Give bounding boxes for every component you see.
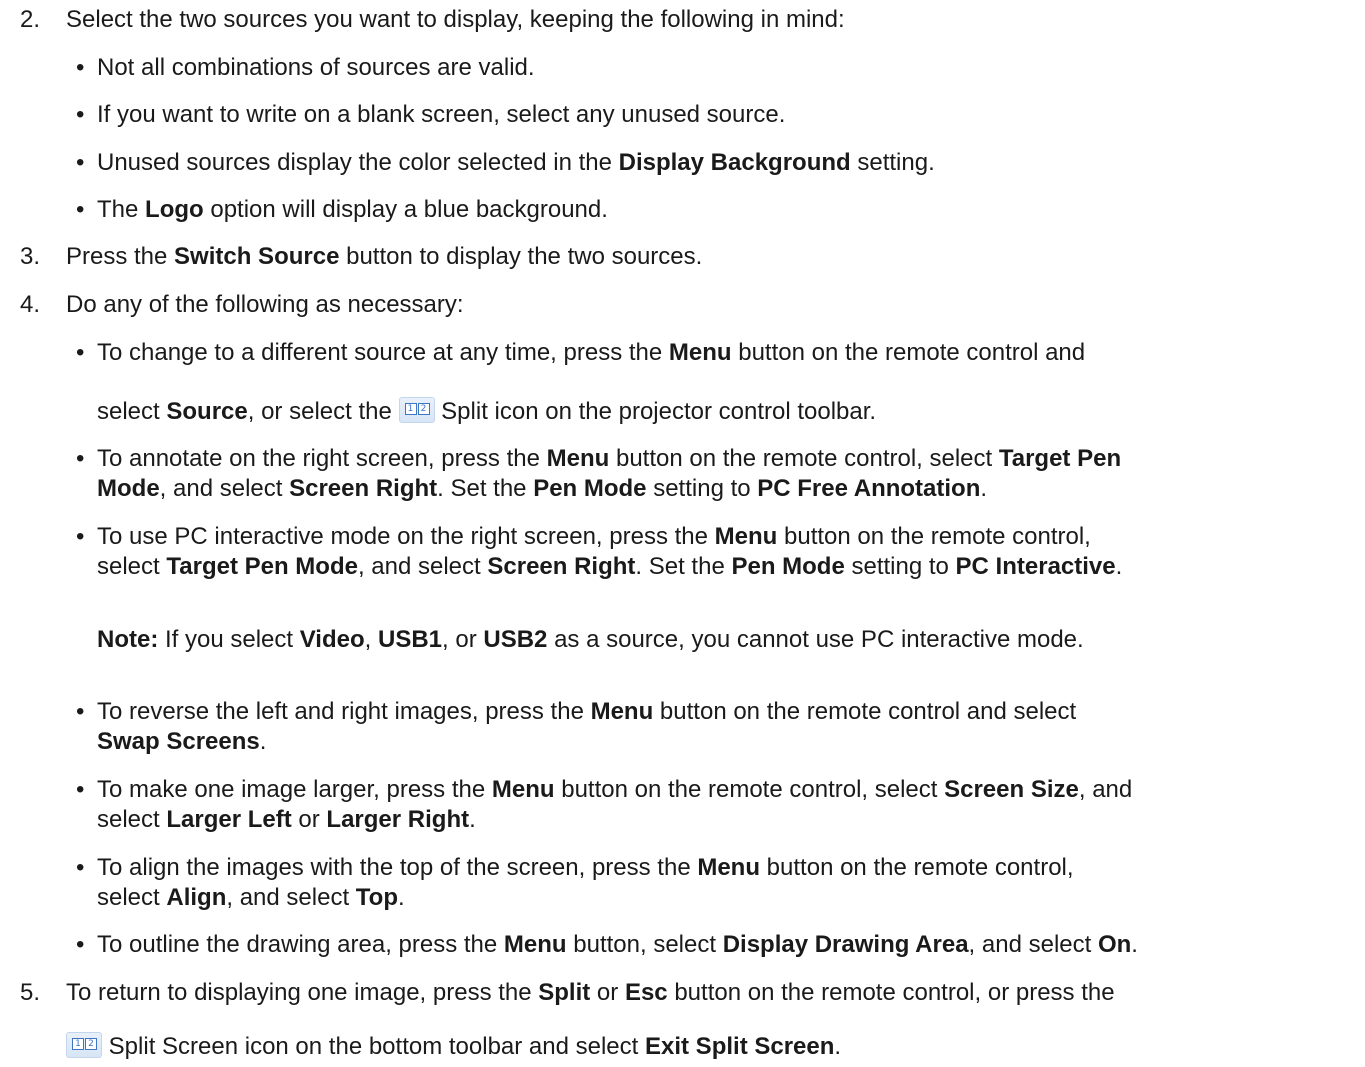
bullet-marker: • bbox=[76, 776, 85, 803]
bullet-text-continued: Mode, and select Screen Right. Set the P… bbox=[97, 475, 988, 502]
bullet-marker: • bbox=[76, 698, 85, 725]
split-icon: 12 bbox=[398, 397, 435, 423]
bullet-text: To make one image larger, press the Menu… bbox=[97, 776, 1133, 803]
bullet-text: To change to a different source at any t… bbox=[97, 339, 1086, 366]
bullet-marker: • bbox=[76, 854, 85, 881]
step-5-text-continued: 12 Split Screen icon on the bottom toolb… bbox=[66, 1032, 841, 1061]
bullet-text-continued: select Target Pen Mode, and select Scree… bbox=[97, 553, 1123, 580]
bullet-marker: • bbox=[76, 931, 85, 958]
bullet-text-continued: select Source, or select the 12 Split ic… bbox=[97, 397, 877, 425]
note-text: Note: If you select Video, USB1, or USB2… bbox=[97, 626, 1084, 653]
bullet-text-continued: select Align, and select Top. bbox=[97, 884, 405, 911]
bullet-marker: • bbox=[76, 101, 85, 128]
bullet-text: To use PC interactive mode on the right … bbox=[97, 523, 1091, 550]
bullet-text-continued: select Larger Left or Larger Right. bbox=[97, 806, 476, 833]
bullet-text: To reverse the left and right images, pr… bbox=[97, 698, 1077, 725]
bullet-text: If you want to write on a blank screen, … bbox=[97, 101, 786, 128]
step-number: 4. bbox=[20, 291, 41, 318]
bullet-text: To annotate on the right screen, press t… bbox=[97, 445, 1122, 472]
bullet-text: To align the images with the top of the … bbox=[97, 854, 1074, 881]
step-number: 3. bbox=[20, 243, 41, 270]
bullet-text: To outline the drawing area, press the M… bbox=[97, 931, 1138, 958]
bullet-marker: • bbox=[76, 149, 85, 176]
bullet-marker: • bbox=[76, 54, 85, 81]
bullet-marker: • bbox=[76, 445, 85, 472]
bullet-marker: • bbox=[76, 196, 85, 223]
bullet-marker: • bbox=[76, 523, 85, 550]
bullet-marker: • bbox=[76, 339, 85, 366]
bullet-text: Unused sources display the color selecte… bbox=[97, 149, 935, 176]
step-2-text: Select the two sources you want to displ… bbox=[66, 6, 845, 33]
split-screen-icon: 12 bbox=[66, 1032, 102, 1058]
step-4-text: Do any of the following as necessary: bbox=[66, 291, 464, 318]
step-number: 2. bbox=[20, 6, 41, 33]
bullet-text: Not all combinations of sources are vali… bbox=[97, 54, 535, 81]
step-5-text: To return to displaying one image, press… bbox=[66, 979, 1115, 1006]
bullet-text: The Logo option will display a blue back… bbox=[97, 196, 608, 223]
step-number: 5. bbox=[20, 979, 41, 1006]
step-3-text: Press the Switch Source button to displa… bbox=[66, 243, 703, 270]
bullet-text-continued: Swap Screens. bbox=[97, 728, 267, 755]
